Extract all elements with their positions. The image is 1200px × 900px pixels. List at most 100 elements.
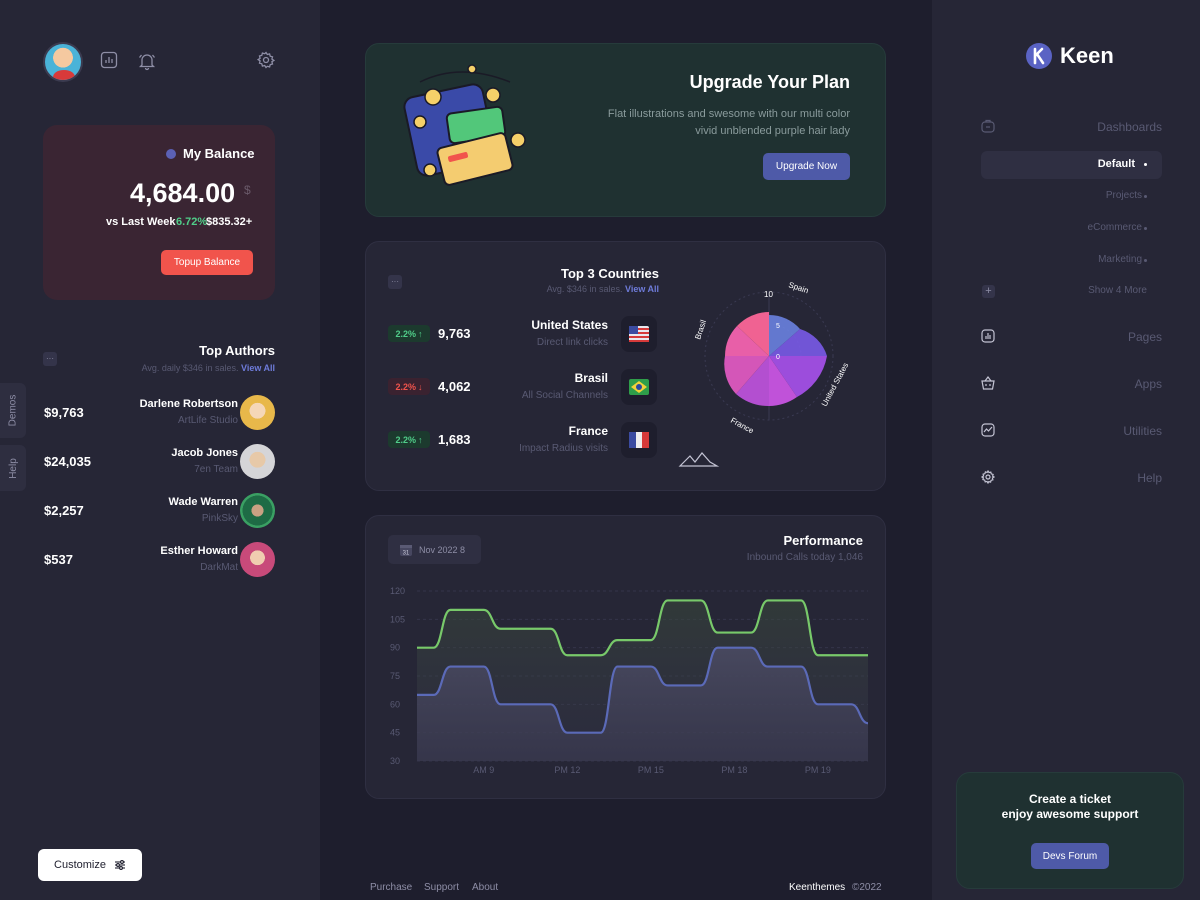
user-avatar[interactable] <box>43 42 83 82</box>
nav-ecommerce[interactable]: eCommerce <box>1088 222 1142 233</box>
footer-support-link[interactable]: Support <box>424 882 459 893</box>
bell-icon[interactable] <box>137 51 157 71</box>
date-picker[interactable]: 31 Nov 2022 8 <box>388 535 481 564</box>
devs-forum-button[interactable]: Devs Forum <box>1031 843 1109 869</box>
right-sidebar <box>932 0 1200 900</box>
countries-subtitle: Avg. $346 in sales. View All <box>546 284 659 294</box>
arrow-up-icon: ↑ <box>418 328 423 339</box>
x-tick-label: PM 18 <box>721 765 747 775</box>
settings-sliders-icon <box>114 860 125 870</box>
help-tab[interactable]: Help <box>0 445 26 491</box>
upgrade-now-button[interactable]: Upgrade Now <box>763 153 850 180</box>
balance-dot-icon <box>166 149 176 159</box>
author-name[interactable]: Darlene Robertson <box>140 398 238 410</box>
author-amount: $24,035 <box>44 454 91 469</box>
customize-button[interactable]: Customize <box>38 849 142 881</box>
country-name[interactable]: United States <box>531 318 608 332</box>
arrow-down-icon: ↓ <box>418 381 423 392</box>
brand-name[interactable]: Keen <box>1060 43 1114 69</box>
footer-purchase-link[interactable]: Purchase <box>370 882 412 893</box>
balance-currency: $ <box>244 183 251 197</box>
author-avatar[interactable] <box>240 542 275 577</box>
author-company: ArtLife Studio <box>177 415 238 426</box>
gear-icon[interactable] <box>256 51 277 71</box>
author-name[interactable]: Jacob Jones <box>171 447 238 459</box>
authors-view-all-link[interactable]: View All <box>241 363 275 373</box>
wallet-illustration-icon <box>400 62 540 207</box>
support-ticket-card <box>956 772 1184 889</box>
nav-apps[interactable]: Apps <box>1135 377 1162 391</box>
country-source: Impact Radius visits <box>519 443 608 454</box>
radar-tick-0: 0 <box>776 354 780 361</box>
y-tick-label: 30 <box>390 756 400 766</box>
author-avatar[interactable] <box>240 493 275 528</box>
author-company: 7en Team <box>194 464 238 475</box>
country-value: 9,763 <box>438 326 471 341</box>
settings-icon <box>980 469 996 485</box>
nav-bullet <box>1144 195 1147 198</box>
radar-label-spain: Spain <box>787 280 809 295</box>
basket-icon <box>981 376 995 390</box>
nav-dashboards[interactable]: Dashboards <box>1097 120 1162 134</box>
nav-help[interactable]: Help <box>1137 471 1162 485</box>
demos-tab[interactable]: Demos <box>0 383 26 438</box>
country-name[interactable]: Brasil <box>575 371 608 385</box>
nav-show-more[interactable]: Show 4 More <box>1088 285 1147 296</box>
plus-icon[interactable]: + <box>982 285 995 298</box>
performance-chart: 120 105 90 75 60 45 30 AM 9 PM 12 PM 15 PM 18 PM 19 <box>390 586 869 775</box>
arrow-up-icon: ↑ <box>418 434 423 445</box>
balance-title: My Balance <box>183 146 255 161</box>
top-authors-title: Top Authors <box>199 343 275 358</box>
balance-vs-label: vs Last Week <box>106 216 176 228</box>
footer-about-link[interactable]: About <box>472 882 498 893</box>
countries-title: Top 3 Countries <box>561 266 659 281</box>
countries-view-all-link[interactable]: View All <box>625 284 659 294</box>
authors-menu-button[interactable]: ··· <box>43 352 57 366</box>
author-amount: $2,257 <box>44 503 84 518</box>
y-tick-label: 120 <box>390 586 405 596</box>
countries-radar-chart: 10 5 0 Spain Brasil United States France <box>678 280 850 467</box>
keen-logo-icon <box>1025 42 1053 75</box>
france-flag-icon <box>621 422 657 458</box>
nav-utilities[interactable]: Utilities <box>1123 424 1162 438</box>
calendar-icon: 31 <box>400 544 412 556</box>
balance-percent: 6.72% <box>176 216 208 228</box>
home-icon <box>981 119 995 133</box>
performance-subtitle: Inbound Calls today 1,046 <box>746 552 863 563</box>
country-trend-badge: 2.2% ↓ <box>388 378 430 395</box>
nav-default[interactable]: Default <box>1098 158 1135 170</box>
y-tick-label: 45 <box>390 728 400 738</box>
customize-label: Customize <box>54 859 106 871</box>
author-amount: $9,763 <box>44 405 84 420</box>
upgrade-title: Upgrade Your Plan <box>689 72 850 92</box>
country-value: 4,062 <box>438 379 471 394</box>
y-tick-label: 105 <box>390 614 405 624</box>
country-source: All Social Channels <box>521 390 608 401</box>
author-name[interactable]: Esther Howard <box>160 545 238 557</box>
date-label: Nov 2022 8 <box>419 544 466 555</box>
country-value: 1,683 <box>438 432 471 447</box>
y-tick-label: 75 <box>390 671 400 681</box>
nav-pages[interactable]: Pages <box>1128 330 1162 344</box>
activity-icon <box>981 423 995 437</box>
nav-bullet <box>1144 227 1147 230</box>
x-tick-label: PM 12 <box>554 765 580 775</box>
y-tick-label: 60 <box>390 699 400 709</box>
radar-tick-10: 10 <box>764 290 773 299</box>
mountain-icon <box>678 452 720 467</box>
chart-icon[interactable] <box>100 51 120 71</box>
balance-amount: 4,684.00 <box>130 178 236 208</box>
country-name[interactable]: France <box>569 424 608 438</box>
brazil-flag-icon <box>621 369 657 405</box>
topup-balance-button[interactable]: Topup Balance <box>161 250 253 275</box>
author-name[interactable]: Wade Warren <box>169 496 238 508</box>
author-avatar[interactable] <box>240 395 275 430</box>
us-flag-icon <box>621 316 657 352</box>
author-avatar[interactable] <box>240 444 275 479</box>
x-tick-label: PM 19 <box>805 765 831 775</box>
footer-brand[interactable]: Keenthemes <box>789 882 845 893</box>
y-tick-label: 90 <box>390 643 400 653</box>
countries-menu-button[interactable]: ··· <box>388 275 402 289</box>
nav-marketing[interactable]: Marketing <box>1098 254 1142 265</box>
nav-projects[interactable]: Projects <box>1106 190 1142 201</box>
